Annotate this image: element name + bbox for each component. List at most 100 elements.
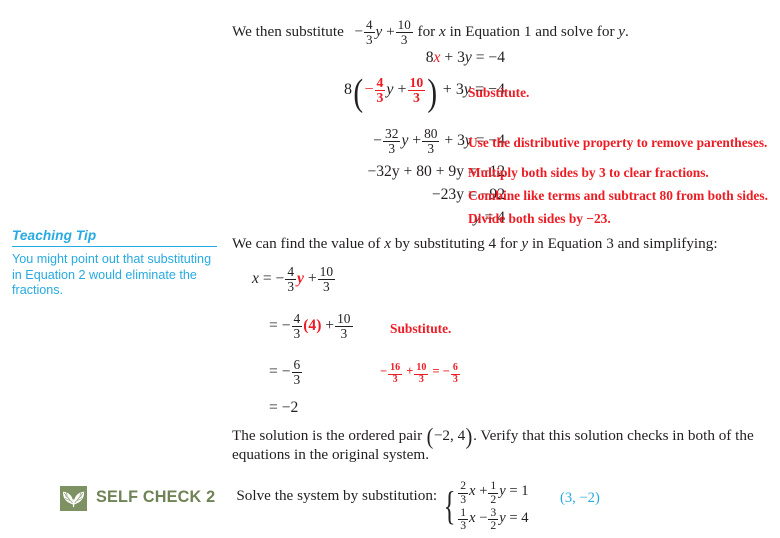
eq1-x: x (433, 49, 441, 66)
mid-part2: by substituting 4 for (394, 235, 518, 252)
eq1-y: y (464, 49, 472, 66)
conclusion-before: The solution is the ordered pair (232, 427, 423, 444)
xstep2-substituted-value: (4) (303, 316, 322, 334)
mid-var-y: y (521, 235, 529, 252)
self-check-label: SELF CHECK 2 (96, 488, 216, 506)
xstep-row-1: x = −4 3 y +10 3 (252, 264, 336, 295)
conclusion-paragraph: The solution is the ordered pair (−2, 4)… (232, 424, 754, 463)
self-check-system: { 23x +1 2 y = 1 13x −3 2 y = 4 (440, 479, 529, 533)
intro-period: . (625, 22, 629, 40)
annot3-fraction-16-3: 16 3 (388, 362, 403, 385)
annotation-3: Use the distributive property to remove … (468, 135, 768, 150)
sys2-minus: − (479, 509, 488, 526)
intro-fraction-4-3: 43 (364, 17, 375, 47)
xstep2-minus: − (281, 316, 291, 334)
self-check-prompt: Solve the system by substitution: (236, 487, 438, 504)
eq3-three: 3 (457, 131, 465, 149)
teaching-tip-sidebar: Teaching Tip You might point out that su… (12, 228, 217, 299)
eq3-fraction-80-3: 80 3 (422, 126, 440, 157)
eq1-coefficient: 8 (425, 49, 434, 66)
annot3-fraction-6-3: 63 (450, 362, 460, 385)
sys2-y: y (499, 509, 506, 526)
xstep4-equals: = (269, 399, 278, 416)
mid-paragraph: We can find the value of x by substituti… (232, 234, 777, 253)
intro-var-y: y (375, 22, 383, 40)
equation-row-5: −23y = −92 (160, 187, 505, 203)
xstep3-minus: − (281, 362, 291, 380)
eq2-plus1: + (397, 81, 407, 99)
eq1-rhs: −4 (488, 49, 505, 66)
self-check-answer: (3, −2) (560, 490, 600, 506)
system-row-2: 13x −3 2 y = 4 (457, 506, 529, 533)
intro-paragraph: We then substitute −4 3 y +10 3 for x in Eq… (232, 18, 777, 46)
intro-var-x: x (439, 22, 446, 40)
mid-part3: in Equation 3 and simplifying: (531, 235, 718, 252)
xstep2-equals: = (269, 316, 278, 334)
sys1-x: x (469, 483, 476, 499)
xstep1-plus: + (307, 269, 317, 287)
intro-after: in Equation 1 and solve for (449, 22, 615, 40)
intro-fraction-10-3: 10 3 (395, 17, 413, 47)
sys2-rhs: 4 (521, 509, 529, 526)
xstep3-equals: = (269, 362, 278, 380)
intro-middle: for (417, 22, 436, 40)
intro-plus: + (386, 22, 395, 40)
eq5-lhs: −23y (431, 186, 464, 203)
intro-before: We then substitute (232, 22, 344, 40)
annot3-minus2: − (442, 364, 450, 378)
equation-row-4: −32y + 80 + 9y = −12 (160, 164, 505, 180)
sys1-fraction-1-2: 12 (488, 479, 499, 506)
eq2-plus2: + (442, 81, 452, 99)
xstep-row-2: = −4 3 (4) +10 3 (269, 311, 354, 342)
eq2-y1: y (386, 81, 394, 99)
eq2-minus: − (364, 81, 374, 99)
sys2-fraction-3-2: 32 (488, 506, 499, 533)
self-check-block: SELF CHECK 2 Solve the system by substit… (60, 485, 437, 511)
xstep1-fraction-4-3: 43 (285, 264, 297, 295)
system-brace: { (443, 483, 456, 529)
sys2-fraction-1-3: 13 (458, 506, 469, 533)
eq3-fraction-32-3: 32 3 (383, 126, 401, 157)
eq3-plus2: + (444, 131, 454, 149)
xstep1-fraction-10-3: 10 3 (317, 264, 336, 295)
eq2-fraction-4-3: 43 (374, 75, 386, 106)
annotation-4: Multiply both sides by 3 to clear fracti… (468, 165, 709, 180)
annotation-xstep-3: −16 3 +10 3 = −6 3 (380, 362, 461, 385)
xstep2-plus: + (325, 316, 335, 334)
conclusion-ordered-pair: −2, 4 (433, 427, 466, 444)
sys1-rhs: 1 (521, 483, 529, 499)
teaching-tip-title: Teaching Tip (12, 228, 97, 243)
annot3-fraction-10-3: 10 3 (414, 362, 429, 385)
xstep2-fraction-4-3: 43 (291, 311, 303, 342)
annot3-plus: + (406, 364, 414, 378)
xstep4-value: −2 (281, 399, 299, 416)
equation-row-3: −32 3 y +80 3 + 3y = −4 (160, 126, 505, 157)
eq3-y1: y (401, 131, 409, 149)
textbook-page: We then substitute −4 3 y +10 3 for x in Eq… (0, 0, 780, 538)
annotation-6: Divide both sides by −23. (468, 211, 611, 226)
equation-row-2: 8(− 4 3 y +10 3) + 3y = −4 (343, 73, 505, 115)
eq1-plus: + (444, 49, 454, 66)
mid-var-x: x (384, 235, 392, 252)
sys1-plus: + (479, 483, 488, 499)
eq2-coefficient: 8 (343, 81, 352, 99)
annotation-5: Combine like terms and subtract 80 from … (468, 188, 768, 203)
teaching-tip-body: You might point out that substituting in… (12, 252, 212, 297)
eq1-three: 3 (457, 49, 465, 66)
mid-part1: We can find the value of (232, 235, 381, 252)
xstep2-fraction-10-3: 10 3 (335, 311, 353, 342)
xstep1-lhs: x (252, 269, 259, 287)
eq3-minus: − (373, 131, 383, 149)
sys1-fraction-2-3: 23 (458, 479, 469, 506)
xstep-row-3: = −6 3 (269, 357, 303, 387)
eq2-fraction-10-3: 10 3 (407, 75, 426, 106)
intro-negative: − (354, 22, 363, 40)
xstep1-minus: − (275, 269, 285, 287)
xstep1-equals: = (262, 269, 272, 287)
sys2-equals: = (509, 509, 518, 526)
sys2-x: x (469, 509, 476, 526)
eq4-lhs: −32y + 80 + 9y (367, 163, 464, 180)
sys1-equals: = (509, 483, 518, 499)
leaf-icon (60, 486, 87, 511)
annot3-equals: = (432, 364, 440, 378)
